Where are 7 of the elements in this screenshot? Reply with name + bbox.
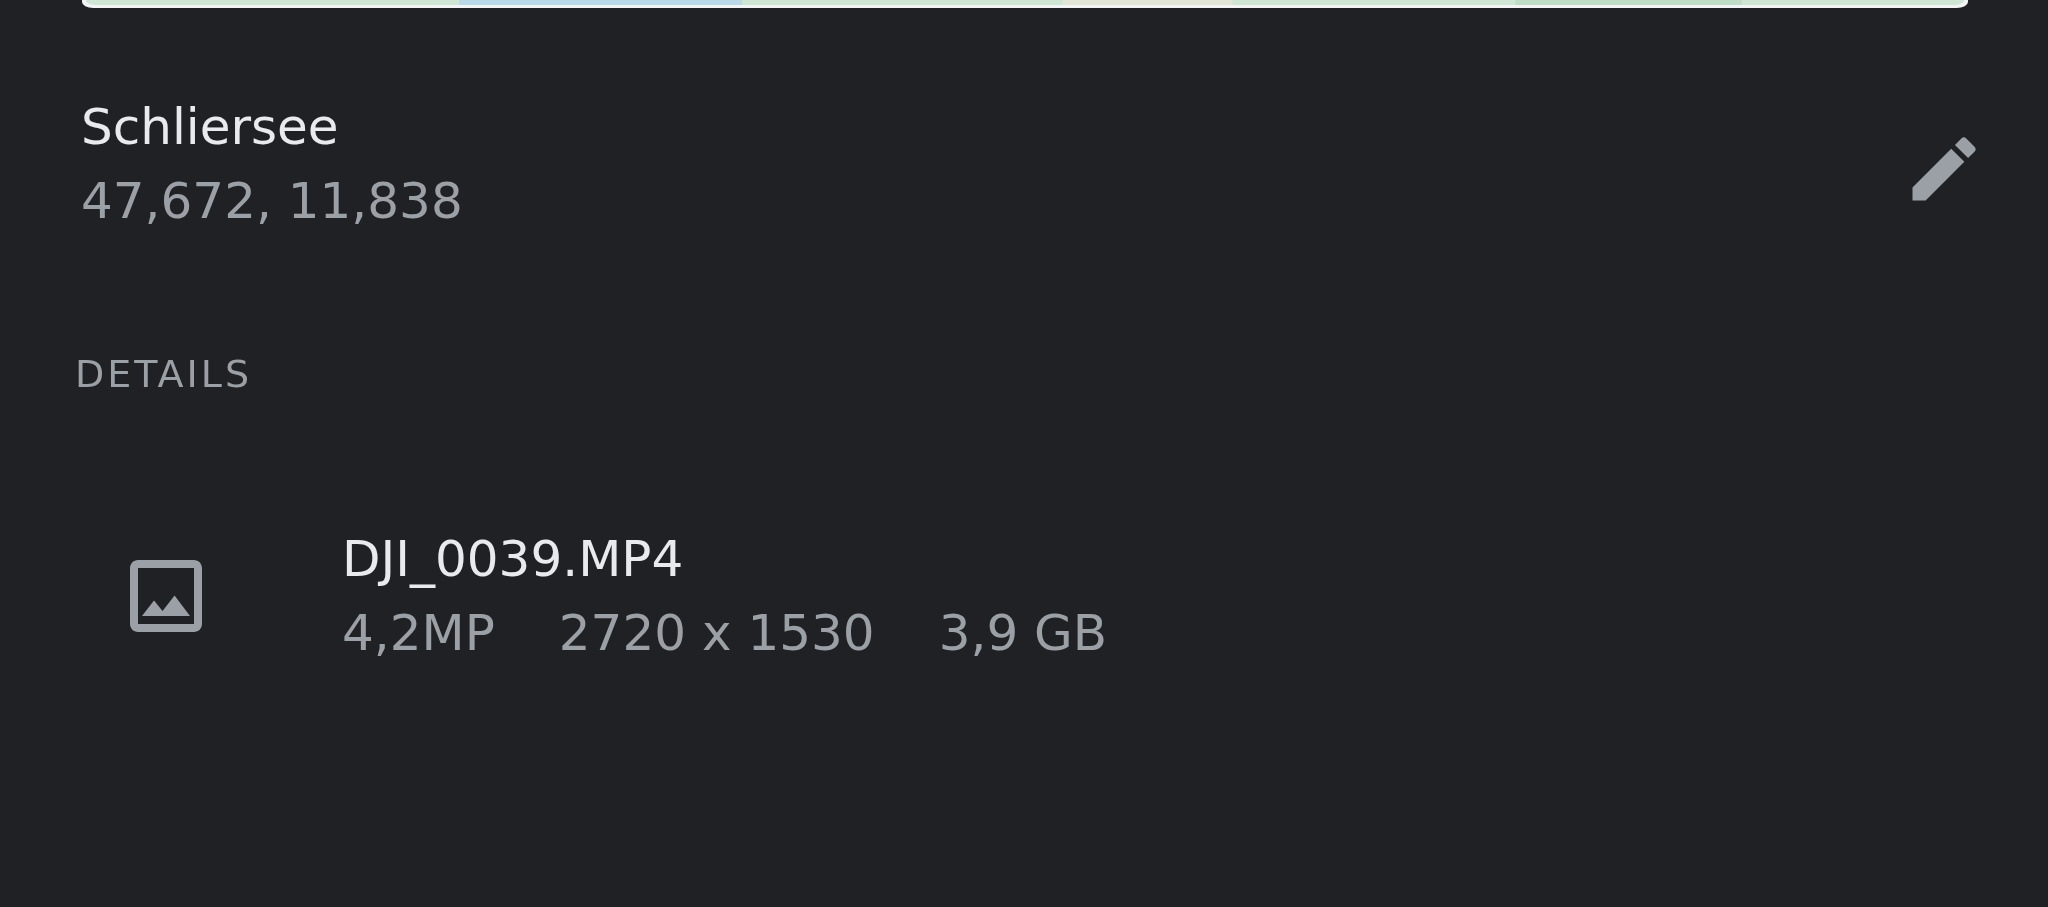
file-spec: 4,2MP xyxy=(342,603,495,663)
location-coordinates: 47,672, 11,838 xyxy=(81,171,463,231)
file-spec: 3,9 GB xyxy=(938,603,1108,663)
file-spec: 2720 x 1530 xyxy=(558,603,875,663)
location-name: Schliersee xyxy=(81,97,340,157)
section-heading: DETAILS xyxy=(74,351,254,398)
file-name: DJI_0039.MP4 xyxy=(342,529,685,589)
